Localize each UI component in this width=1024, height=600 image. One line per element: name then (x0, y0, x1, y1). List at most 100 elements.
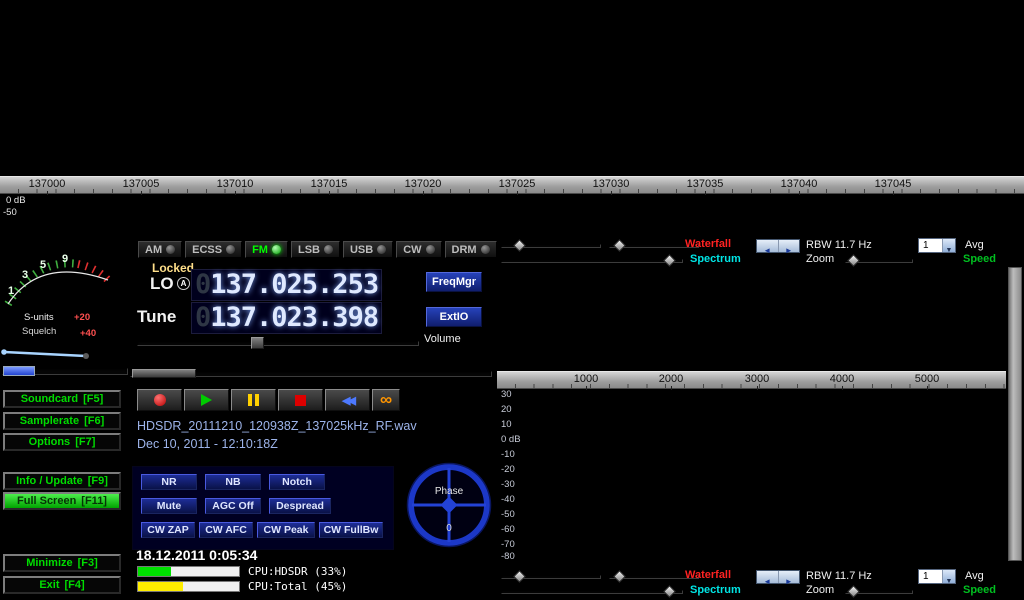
button-label: Minimize (26, 557, 72, 569)
fullscreen-button[interactable]: Full Screen [F11] (3, 492, 121, 510)
freqmgr-button[interactable]: FreqMgr (426, 272, 482, 292)
samplerate-button[interactable]: Samplerate[F6] (3, 412, 121, 430)
main-waterfall-display[interactable] (0, 0, 1024, 176)
af-spectrum-display[interactable] (497, 389, 1006, 562)
mode-label: DRM (452, 244, 477, 256)
nb-button[interactable]: NB (205, 474, 261, 490)
rbw-increase-button[interactable] (779, 240, 800, 252)
button-label: Exit (39, 579, 59, 591)
cw-afc-button[interactable]: CW AFC (199, 522, 253, 538)
mode-led (226, 245, 235, 254)
db-scale-label: -60 (501, 524, 515, 535)
extio-button[interactable]: ExtIO (426, 307, 482, 327)
avg-select-value: 1 (919, 570, 942, 583)
mode-button-fm[interactable]: FM (245, 241, 288, 258)
af-frequency-ruler[interactable]: 1000 2000 3000 4000 5000 (497, 371, 1006, 389)
split-slider-handle[interactable] (663, 254, 676, 267)
frequency-ruler-label: 137015 (299, 178, 359, 195)
brightness-slider-handle[interactable] (613, 570, 626, 583)
stop-button[interactable] (278, 389, 323, 411)
contrast-slider-handle[interactable] (513, 570, 526, 583)
cpu-total-bar (137, 581, 240, 592)
cw-zap-button[interactable]: CW ZAP (141, 522, 195, 538)
avg-select[interactable]: 1 (918, 569, 956, 584)
display-scrollbar[interactable] (1008, 267, 1022, 561)
rewind-button[interactable] (325, 389, 370, 411)
frequency-ruler-label: 137000 (17, 178, 77, 195)
mode-button-ecss[interactable]: ECSS (185, 241, 242, 258)
lo-frequency-display[interactable]: 0137.025.253 (191, 269, 382, 301)
dsp-panel: NR NB Notch Mute AGC Off Despread CW ZAP… (132, 466, 394, 550)
db-scale-label: -50 (501, 509, 515, 520)
mode-button-am[interactable]: AM (138, 241, 182, 258)
cpu-hdsdr-bar (137, 566, 240, 577)
dropdown-arrow-icon[interactable] (942, 570, 955, 583)
zoom-slider-handle[interactable] (847, 585, 860, 598)
main-spectrum-display[interactable] (0, 194, 1024, 236)
soundcard-button[interactable]: Soundcard[F5] (3, 390, 121, 408)
volume-slider-handle[interactable] (251, 337, 264, 349)
main-frequency-ruler[interactable]: 137000 137005 137010 137015 137020 13702… (0, 176, 1024, 194)
frequency-ruler-label: 137030 (581, 178, 641, 195)
dropdown-arrow-icon[interactable] (942, 239, 955, 252)
pause-button[interactable] (231, 389, 276, 411)
rbw-decrease-button[interactable] (757, 240, 779, 252)
lo-frequency-leading-zero: 0 (195, 269, 210, 300)
exit-button[interactable]: Exit[F4] (3, 576, 121, 594)
mode-led (272, 245, 281, 254)
split-slider[interactable] (501, 259, 683, 263)
loop-button[interactable] (372, 389, 400, 411)
record-button[interactable] (137, 389, 182, 411)
tune-frequency-display[interactable]: 0137.023.398 (191, 302, 382, 334)
mode-button-usb[interactable]: USB (343, 241, 393, 258)
button-hotkey: [F11] (81, 495, 107, 507)
options-button[interactable]: Options[F7] (3, 433, 121, 451)
frequency-ruler-label: 137025 (487, 178, 547, 195)
button-label: Samplerate (20, 415, 79, 427)
af-waterfall-display[interactable] (497, 267, 1006, 371)
contrast-slider-handle[interactable] (513, 239, 526, 252)
mode-button-cw[interactable]: CW (396, 241, 441, 258)
avg-label: Avg (965, 239, 984, 251)
minimize-button[interactable]: Minimize[F3] (3, 554, 121, 572)
mode-button-drm[interactable]: DRM (445, 241, 497, 258)
despread-button[interactable]: Despread (269, 498, 331, 514)
cw-peak-button[interactable]: CW Peak (257, 522, 315, 538)
play-button[interactable] (184, 389, 229, 411)
speed-label: Speed (963, 584, 996, 596)
tune-frequency-leading-zero: 0 (195, 302, 210, 333)
split-slider-handle[interactable] (663, 585, 676, 598)
cw-fullbw-button[interactable]: CW FullBw (319, 522, 383, 538)
display-controls-bottom: Waterfall RBW 11.7 Hz 1 Avg Spectrum Zoo… (497, 566, 1024, 600)
notch-button[interactable]: Notch (269, 474, 325, 490)
mode-button-lsb[interactable]: LSB (291, 241, 340, 258)
rbw-label: RBW 11.7 Hz (806, 239, 872, 251)
lo-label: LO (150, 274, 174, 294)
db-scale-label: 20 (501, 404, 512, 415)
rbw-increase-button[interactable] (779, 571, 800, 583)
locked-indicator: Locked (152, 261, 194, 275)
s-meter-red-scale-label: +20 (74, 312, 90, 323)
nr-button[interactable]: NR (141, 474, 197, 490)
datetime-display: 18.12.2011 0:05:34 (136, 547, 257, 563)
lo-frequency-value: 137.025.253 (210, 269, 378, 300)
mute-button[interactable]: Mute (141, 498, 197, 514)
play-icon (201, 394, 212, 406)
bandwidth-slider-handle[interactable] (132, 369, 196, 378)
db-scale-label: 30 (501, 389, 512, 400)
db-scale-label: 10 (501, 419, 512, 430)
s-meter-needle-tip (1, 349, 7, 355)
agc-button[interactable]: AGC Off (205, 498, 261, 514)
cpu-total-label: CPU:Total (45%) (248, 580, 347, 593)
info-update-button[interactable]: Info / Update[F9] (3, 472, 121, 490)
squelch-slider-handle[interactable] (3, 366, 35, 376)
split-slider[interactable] (501, 590, 683, 594)
avg-select[interactable]: 1 (918, 238, 956, 253)
brightness-slider-handle[interactable] (613, 239, 626, 252)
zoom-slider-handle[interactable] (847, 254, 860, 267)
rbw-label: RBW 11.7 Hz (806, 570, 872, 582)
button-label: Full Screen (17, 495, 76, 507)
s-meter-scale-label: 5 (40, 259, 46, 271)
rbw-decrease-button[interactable] (757, 571, 779, 583)
volume-slider[interactable] (137, 341, 419, 346)
